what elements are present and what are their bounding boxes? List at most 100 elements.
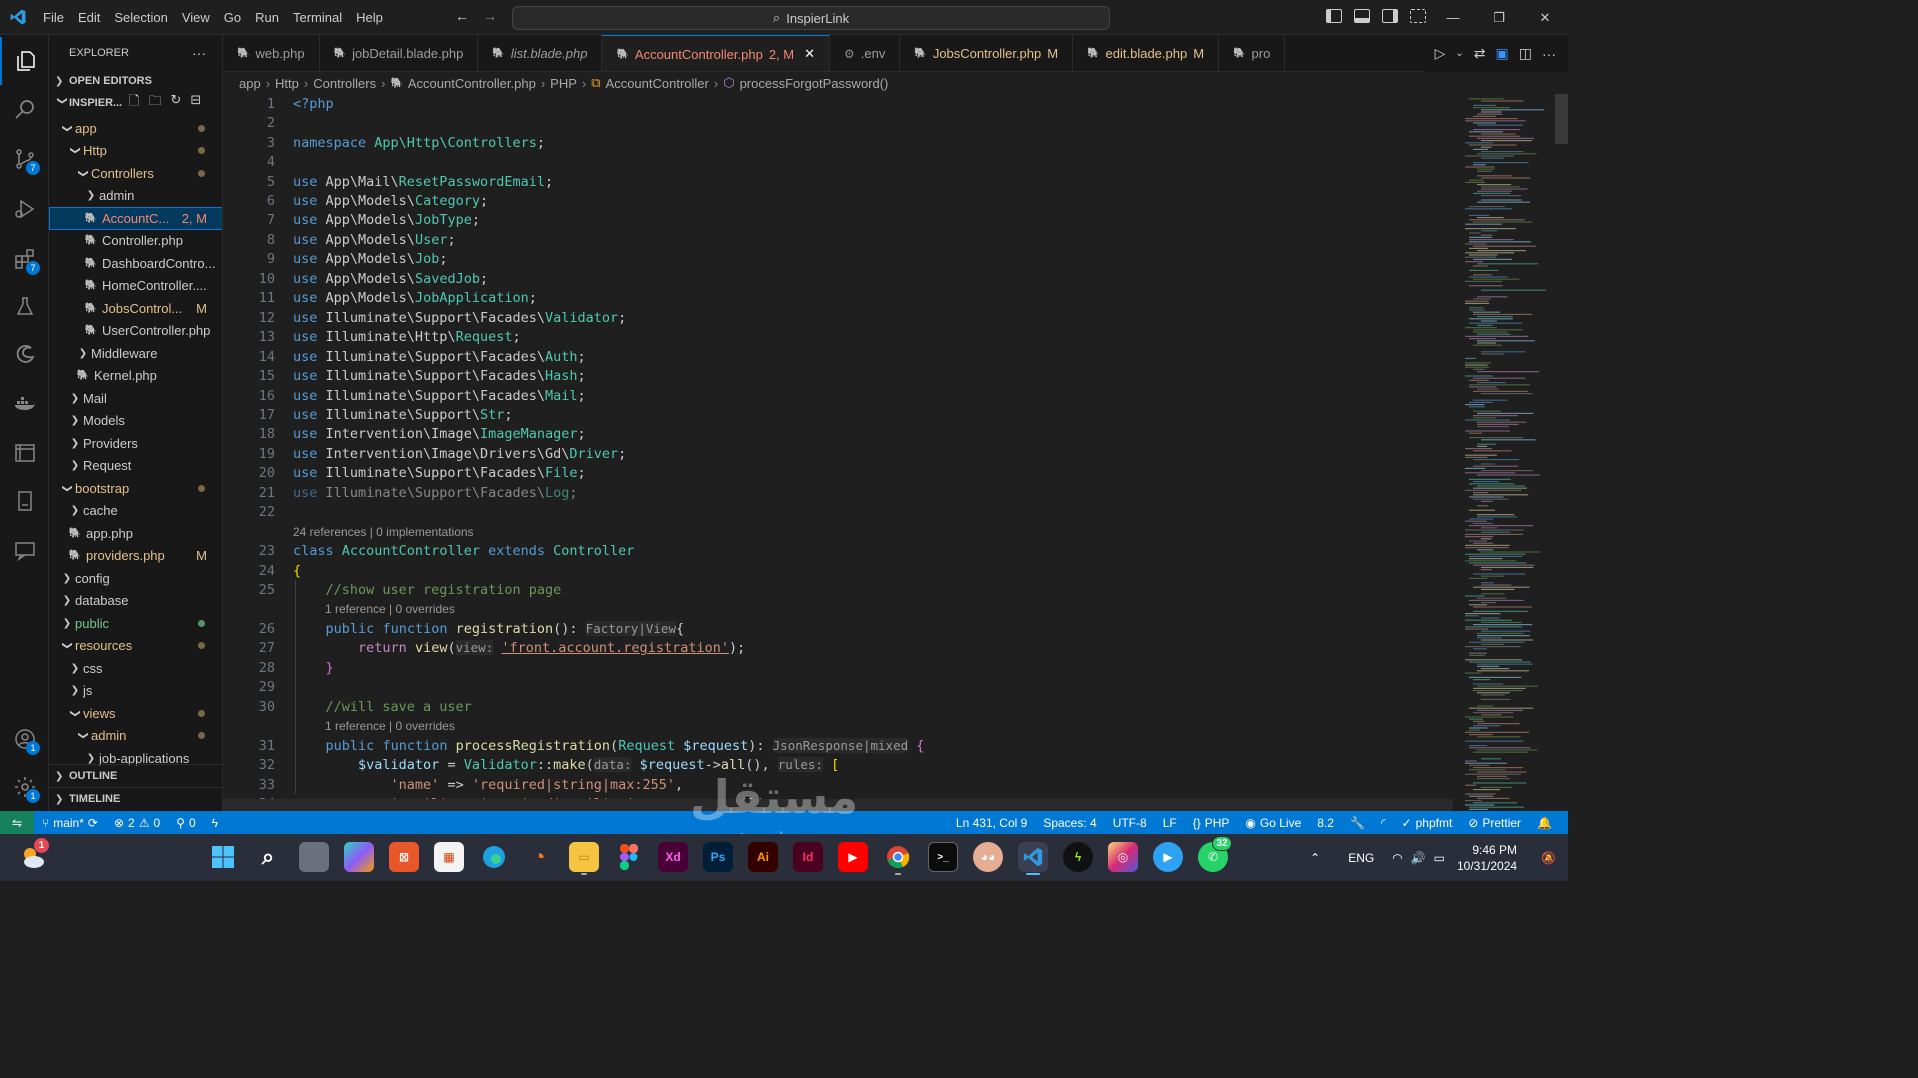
remote-explorer-icon[interactable] [0,429,49,477]
photoshop-icon[interactable]: Ps [703,842,733,872]
code-line[interactable]: 4 [223,152,1453,172]
file-explorer-icon[interactable]: ▭ [569,842,599,875]
menu-go[interactable]: Go [217,10,248,25]
code-line[interactable]: 7 use App\Models\JobType; [223,211,1453,231]
code-line[interactable]: 1 <?php [223,94,1453,114]
tree-folder[interactable]: ❯ Models [49,410,222,433]
windows-start-icon[interactable] [208,842,238,872]
code-lens-text[interactable]: 1 reference | 0 overrides [325,719,455,733]
tree-file[interactable]: 🐘 AccountC... 2, M [49,207,222,230]
snipping-owl-icon[interactable]: ◕◕ [973,842,1003,872]
task-view-icon[interactable] [299,842,329,872]
testing-flask-icon[interactable] [0,283,49,331]
code-line[interactable]: 21 use Illuminate\Support\Facades\Log; [223,483,1453,503]
tree-file[interactable]: 🐘 app.php [49,522,222,545]
new-folder-icon[interactable]: 🗀 [148,92,161,114]
editor-tab[interactable]: 🐘 JobsController.php M [900,35,1074,71]
command-center-search[interactable]: ⌕ InspierLink [512,6,1110,30]
tree-file[interactable]: 🐘 providers.php M [49,545,222,568]
back-arrow-icon[interactable]: ← [455,8,469,24]
problems-item[interactable]: ⊗ 2 ⚠ 0 [106,816,168,830]
tree-folder[interactable]: ❯ views [49,702,222,725]
breadcrumb-item[interactable]: Http [275,76,299,91]
code-line[interactable]: 20 use Illuminate\Support\Facades\File; [223,464,1453,484]
terminal-icon[interactable]: >_ [928,842,958,872]
outline-section[interactable]: ❯ OUTLINE [49,764,222,787]
toggle-panel-icon[interactable] [1354,9,1370,23]
code-editor[interactable]: 1 <?php 2 3 namespace App\Http\Controllers; 4… [223,94,1453,811]
tree-file[interactable]: 🐘 JobsControl... M [49,297,222,320]
menu-run[interactable]: Run [248,10,286,25]
breadcrumb-item[interactable]: app [239,76,261,91]
tree-folder[interactable]: ❯ Middleware [49,342,222,365]
close-window-icon[interactable]: ✕ [1522,0,1568,35]
phpfmt-item[interactable]: ✓ phpfmt [1394,816,1461,830]
tree-folder[interactable]: ❯ public [49,612,222,635]
instagram-icon[interactable]: ◎ [1108,842,1138,872]
illustrator-icon[interactable]: Ai [748,842,778,872]
remote-indicator-icon[interactable]: ⇋ [0,811,34,834]
code-line[interactable]: 6 use App\Models\Category; [223,191,1453,211]
code-lens-text[interactable]: 1 reference | 0 overrides [325,602,455,616]
tree-folder[interactable]: ❯ config [49,567,222,590]
code-line[interactable]: 19 use Intervention\Image\Drivers\Gd\Driv… [223,444,1453,464]
code-lens[interactable]: 1 reference | 0 overrides [223,716,1453,736]
new-file-icon[interactable]: 🗋 [129,92,139,114]
menu-file[interactable]: File [36,10,71,25]
more-actions-icon[interactable]: ··· [192,45,206,61]
notification-icon[interactable]: 🔕 [1541,851,1568,865]
code-line[interactable]: 3 namespace App\Http\Controllers; [223,133,1453,153]
go-live-button[interactable]: ◉ Go Live [1237,816,1309,830]
notifications-bell-icon[interactable]: 🔔 [1529,816,1560,830]
cursor-position[interactable]: Ln 431, Col 9 [948,816,1035,830]
tree-folder[interactable]: ❯ Mail [49,387,222,410]
search-view-icon[interactable] [0,85,49,133]
toggle-primary-sidebar-icon[interactable] [1326,9,1342,23]
tree-file[interactable]: 🐘 HomeController.... [49,275,222,298]
editor-tab[interactable]: ⚙ .env [830,35,901,71]
split-editor-icon[interactable]: ◫ [1519,45,1532,62]
code-line[interactable]: 28 } [223,658,1453,678]
indentation[interactable]: Spaces: 4 [1035,816,1104,830]
tree-file[interactable]: 🐘 Kernel.php [49,365,222,388]
minimize-icon[interactable]: — [1430,0,1476,35]
toggle-secondary-sidebar-icon[interactable] [1382,9,1398,23]
tree-folder[interactable]: ❯ bootstrap [49,477,222,500]
xampp-icon[interactable]: ⊠ [389,842,419,872]
edge-devtools-icon[interactable] [0,331,49,379]
language-indicator[interactable]: ENG [1334,851,1388,865]
code-line[interactable]: 29 [223,678,1453,698]
language-mode[interactable]: {} PHP [1185,816,1238,830]
accounts-icon[interactable]: 1 [0,715,49,763]
chat-icon[interactable] [0,527,49,575]
timeline-section[interactable]: ❯ TIMELINE [49,787,222,810]
explorer-icon[interactable] [0,37,49,85]
code-lens-text[interactable]: 24 references | 0 implementations [293,525,474,539]
open-editors-section[interactable]: ❯ OPEN EDITORS [49,70,222,92]
code-lens[interactable]: 24 references | 0 implementations [223,522,1453,542]
editor-tab[interactable]: 🐘 pro [1219,35,1286,71]
chevron-up-icon[interactable]: ⌃ [1296,851,1334,865]
prettier-item[interactable]: ⊘ Prettier [1460,816,1529,830]
bookmarks-icon[interactable] [0,477,49,525]
menu-help[interactable]: Help [349,10,390,25]
blender-icon[interactable]: ◔ [524,842,554,872]
run-debug-icon[interactable] [0,185,49,233]
code-line[interactable]: 2 [223,113,1453,133]
tree-folder[interactable]: ❯ Providers [49,432,222,455]
copilot-icon[interactable] [344,842,374,872]
tree-folder[interactable]: ❯ Controllers [49,162,222,185]
settings-gear-icon[interactable]: 1 [0,763,49,811]
breadcrumb-item[interactable]: AccountController [606,76,709,91]
tree-file[interactable]: 🐘 Controller.php [49,230,222,253]
taskbar-search-icon[interactable]: ⌕ [253,842,283,872]
menu-edit[interactable]: Edit [71,10,107,25]
edge-browser-icon[interactable] [479,842,509,872]
compare-changes-icon[interactable]: ⇄ [1474,45,1486,62]
code-line[interactable]: 12 use Illuminate\Support\Facades\Validat… [223,308,1453,328]
code-lens[interactable]: 1 reference | 0 overrides [223,600,1453,620]
code-line[interactable]: 17 use Illuminate\Support\Str; [223,405,1453,425]
indesign-icon[interactable]: Id [793,842,823,872]
code-line[interactable]: 10 use App\Models\SavedJob; [223,269,1453,289]
code-line[interactable]: 24 { [223,561,1453,581]
